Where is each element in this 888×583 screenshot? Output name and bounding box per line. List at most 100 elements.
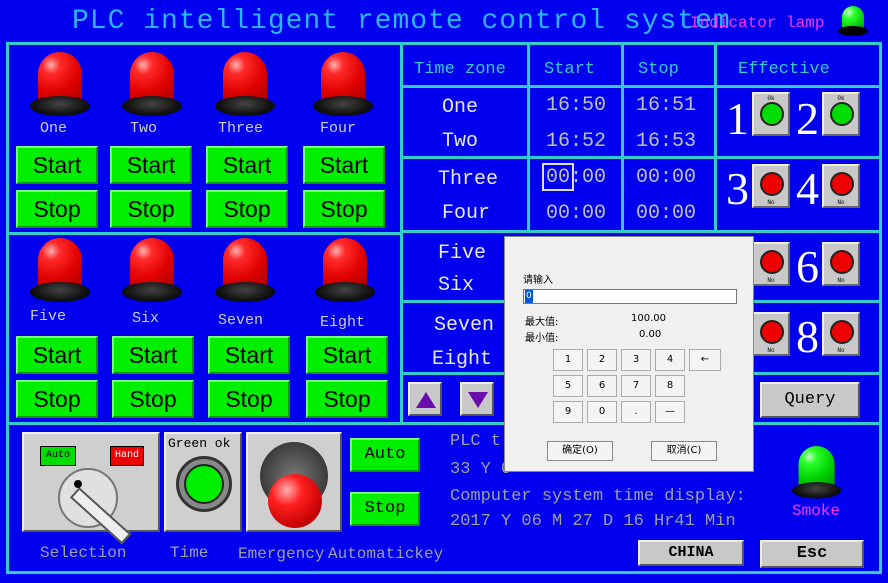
start-time-two[interactable]: 16:52 <box>546 130 606 153</box>
china-button[interactable]: CHINA <box>638 540 744 566</box>
stop-time-three[interactable]: 00:00 <box>636 166 696 189</box>
plc-time-value: 33 Y 0 <box>450 460 512 479</box>
stop-time-four[interactable]: 00:00 <box>636 202 696 225</box>
effective-indicator-5-label: No <box>767 277 775 284</box>
stop-button-auto[interactable]: Stop <box>350 492 420 526</box>
stop-button-five[interactable]: Stop <box>16 380 98 418</box>
lamp-label-six: Six <box>132 310 160 327</box>
dialog-input[interactable]: 0 <box>523 289 737 304</box>
arrow-up-button[interactable] <box>408 382 442 416</box>
start-button-five[interactable]: Start <box>16 336 98 374</box>
arrow-down-button[interactable] <box>460 382 494 416</box>
lamp-label-two: Two <box>130 120 158 137</box>
start-time-three[interactable]: 00:00 <box>546 166 606 189</box>
computer-time-value: 2017 Y 06 M 27 D 16 Hr41 Min <box>450 512 736 531</box>
effective-number-4: 4 <box>796 163 819 214</box>
header-time-zone: Time zone <box>414 60 506 79</box>
key-1[interactable]: 1 <box>553 349 583 371</box>
stop-button-two[interactable]: Stop <box>110 190 192 228</box>
effective-number-8: 8 <box>796 311 819 362</box>
key-4[interactable]: 4 <box>655 349 685 371</box>
stop-button-seven[interactable]: Stop <box>208 380 290 418</box>
effective-indicator-2-label: 0k <box>837 95 845 102</box>
page-title: PLC intelligent remote control system <box>72 6 731 37</box>
dialog-ok-button[interactable]: 确定(O) <box>547 441 613 461</box>
smoke-label: Smoke <box>792 502 841 520</box>
lamp-one-icon <box>30 52 90 116</box>
key-7[interactable]: 7 <box>621 375 651 397</box>
stop-button-eight[interactable]: Stop <box>306 380 388 418</box>
zone-label-three: Three <box>438 168 499 191</box>
effective-indicator-6-label: No <box>837 277 845 284</box>
lamp-six-icon <box>122 238 182 302</box>
start-button-seven[interactable]: Start <box>208 336 290 374</box>
stop-time-one[interactable]: 16:51 <box>636 94 696 117</box>
effective-indicator-2: 0k <box>822 92 860 136</box>
header-start: Start <box>544 60 596 79</box>
key-0[interactable]: 0 <box>587 401 617 423</box>
start-button-eight[interactable]: Start <box>306 336 388 374</box>
start-button-four[interactable]: Start <box>303 146 385 184</box>
start-button-six[interactable]: Start <box>112 336 194 374</box>
effective-number-6: 6 <box>796 241 819 292</box>
dialog-max-label: 最大值: <box>525 317 559 328</box>
indicator-lamp-label: Indicator lamp <box>690 14 825 32</box>
key-9[interactable]: 9 <box>553 401 583 423</box>
header-effective: Effective <box>738 60 830 79</box>
key-5[interactable]: 5 <box>553 375 583 397</box>
key-backspace[interactable]: ← <box>689 349 721 371</box>
stop-button-one[interactable]: Stop <box>16 190 98 228</box>
emergency-mushroom-icon <box>268 474 322 528</box>
selector-dot-icon <box>74 480 82 488</box>
stop-button-four[interactable]: Stop <box>303 190 385 228</box>
effective-indicator-5: No <box>752 242 790 286</box>
dialog-cancel-button[interactable]: 取消(C) <box>651 441 717 461</box>
time-label: Time <box>170 544 209 562</box>
stop-time-two[interactable]: 16:53 <box>636 130 696 153</box>
stop-button-three[interactable]: Stop <box>206 190 288 228</box>
lamp-label-one: One <box>40 120 68 137</box>
mode-selector-panel[interactable]: Auto Hand <box>22 432 160 545</box>
effective-indicator-5-light <box>760 250 784 274</box>
effective-indicator-7-label: No <box>767 347 775 354</box>
zone-label-one: One <box>442 96 479 119</box>
effective-indicator-4: No <box>822 164 860 208</box>
start-button-one[interactable]: Start <box>16 146 98 184</box>
emergency-label: Emergency <box>238 545 325 563</box>
query-button[interactable]: Query <box>760 382 860 418</box>
zone-label-six: Six <box>438 274 475 297</box>
lamp-five-icon <box>30 238 90 302</box>
key-8[interactable]: 8 <box>655 375 685 397</box>
auto-indicator: Auto <box>40 446 76 466</box>
zone-label-seven: Seven <box>434 314 495 337</box>
key-6[interactable]: 6 <box>587 375 617 397</box>
emergency-stop-panel[interactable] <box>246 432 342 532</box>
lamp-label-eight: Eight <box>320 314 366 331</box>
lamp-four-icon <box>313 52 373 116</box>
esc-button[interactable]: Esc <box>760 540 864 568</box>
lamp-eight-icon <box>315 238 375 302</box>
table-col-1 <box>527 42 530 232</box>
dialog-input-value: 0 <box>525 290 533 303</box>
numeric-input-dialog: 请输入 0 最大值: 100.00 最小值: 0.00 1 2 3 4 ← 5 … <box>504 236 754 472</box>
key-2[interactable]: 2 <box>587 349 617 371</box>
start-button-two[interactable]: Start <box>110 146 192 184</box>
auto-button[interactable]: Auto <box>350 438 420 472</box>
stop-button-six[interactable]: Stop <box>112 380 194 418</box>
key-dot[interactable]: . <box>621 401 651 423</box>
start-time-four[interactable]: 00:00 <box>546 202 606 225</box>
triangle-down-icon <box>468 392 488 408</box>
effective-indicator-1-label: 0k <box>767 95 775 102</box>
lamp-label-seven: Seven <box>218 312 264 329</box>
start-button-three[interactable]: Start <box>206 146 288 184</box>
table-line-2 <box>400 156 882 159</box>
effective-indicator-3: No <box>752 164 790 208</box>
key-minus[interactable]: — <box>655 401 685 423</box>
table-col-2 <box>621 42 624 232</box>
dialog-min-label: 最小值: <box>525 333 559 344</box>
start-time-one[interactable]: 16:50 <box>546 94 606 117</box>
key-3[interactable]: 3 <box>621 349 651 371</box>
effective-indicator-2-light <box>830 102 854 126</box>
effective-indicator-6-light <box>830 250 854 274</box>
effective-indicator-3-label: No <box>767 199 775 206</box>
